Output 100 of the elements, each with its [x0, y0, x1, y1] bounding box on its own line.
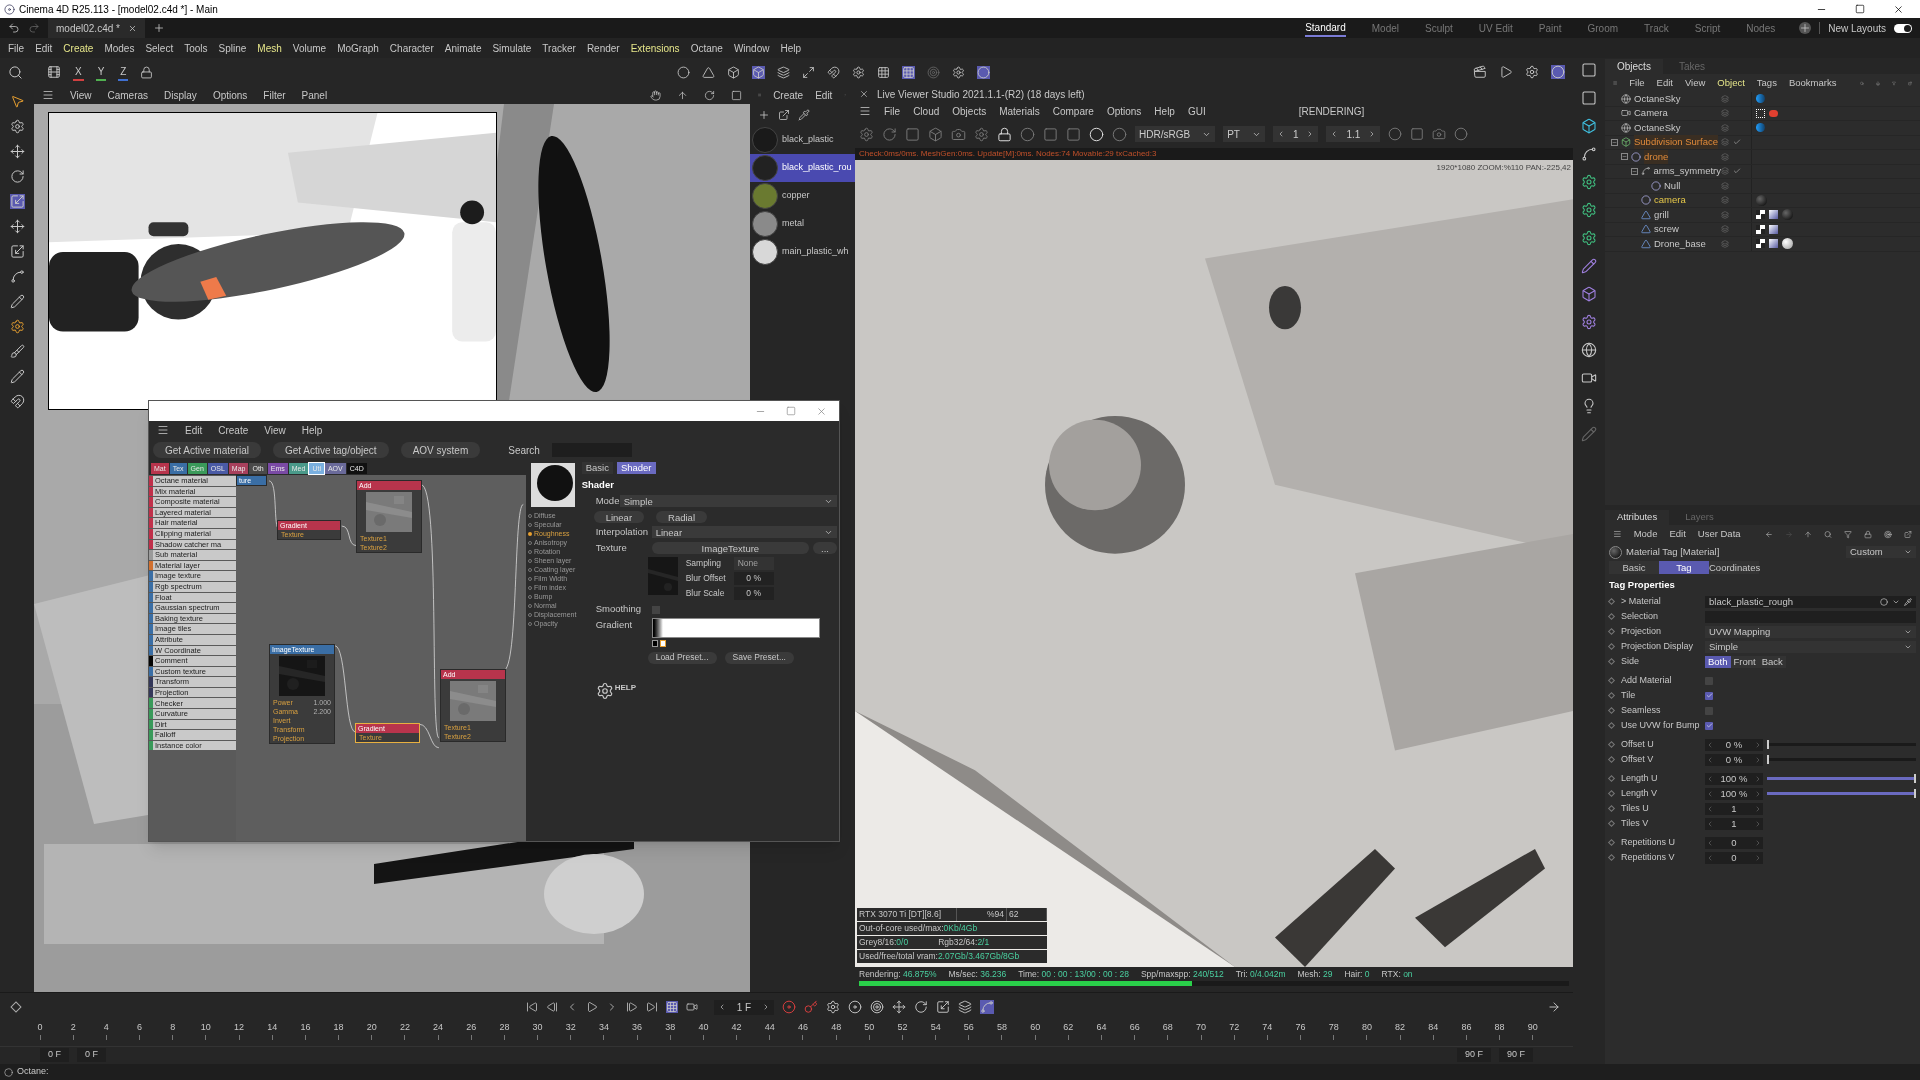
tree-row[interactable]: OctaneSky — [1605, 121, 1920, 136]
field-label: Repetitions U — [1621, 836, 1677, 849]
menu-item[interactable]: Window — [733, 40, 770, 56]
material-item[interactable]: copper — [750, 182, 855, 210]
layout-tab[interactable]: Nodes — [1746, 19, 1776, 37]
number-field[interactable]: 1 — [1272, 126, 1319, 142]
kernel-dropdown[interactable]: PT — [1223, 126, 1265, 142]
object-name: Camera — [1634, 106, 1668, 121]
menu-item[interactable]: Create — [63, 40, 94, 56]
dropdown[interactable]: UVW Mapping — [1705, 625, 1916, 638]
menu-item[interactable]: Objects — [952, 103, 987, 119]
dropdown[interactable]: Simple — [1705, 640, 1916, 653]
menu-item[interactable]: Options — [1106, 103, 1142, 119]
menu-item[interactable]: Tools — [184, 40, 208, 56]
menu-item[interactable]: Cloud — [913, 103, 940, 119]
menu-item[interactable]: Edit — [35, 40, 53, 56]
menu-item[interactable]: File — [1629, 75, 1645, 91]
material-item[interactable]: black_plastic — [750, 126, 855, 154]
menu-item[interactable]: Tracker — [542, 40, 576, 56]
segment-button[interactable]: Front — [1730, 655, 1759, 668]
tree-row[interactable]: drone — [1605, 150, 1920, 165]
menu-item[interactable]: Modes — [104, 40, 135, 56]
panel-tab[interactable]: Objects — [1605, 59, 1663, 74]
menu-item[interactable]: Help — [1154, 103, 1175, 119]
layout-tab[interactable]: Track — [1644, 19, 1669, 37]
number-field[interactable]: 1.1 — [1326, 126, 1381, 142]
tree-row[interactable]: Drone_base — [1605, 237, 1920, 252]
frame-field[interactable]: 1 F — [714, 999, 774, 1015]
menu-item[interactable]: Spline — [218, 40, 247, 56]
ruler-label: 32 — [565, 1021, 576, 1034]
field-label: Offset U — [1621, 738, 1655, 751]
axis-toggle[interactable]: Z — [118, 63, 129, 81]
ruler-label: 48 — [831, 1021, 842, 1034]
frame-field[interactable]: 0 F — [40, 1048, 69, 1062]
menu-item[interactable]: Bookmarks — [1788, 75, 1837, 91]
layout-tab[interactable]: Sculpt — [1425, 19, 1453, 37]
document-tab[interactable]: model02.c4d * — [48, 18, 145, 38]
more-button[interactable]: ... — [813, 542, 837, 555]
menu-item[interactable]: Object — [1717, 75, 1745, 91]
layout-tab[interactable]: Groom — [1587, 19, 1619, 37]
axis-toggle[interactable]: Y — [95, 63, 107, 81]
menu-item[interactable]: Display — [164, 87, 197, 103]
menu-item[interactable]: Compare — [1052, 103, 1094, 119]
menu-item[interactable]: Animate — [444, 40, 482, 56]
menu-item[interactable]: GUI — [1187, 103, 1206, 119]
stats-cell: 62 — [1007, 908, 1047, 921]
menu-item[interactable]: Tags — [1756, 75, 1777, 91]
menu-item[interactable]: Volume — [292, 40, 327, 56]
render-stat: Spp/maxspp: 240/512 — [1140, 967, 1224, 981]
menu-item[interactable]: Materials — [999, 103, 1040, 119]
frame-field[interactable]: 0 F — [77, 1048, 107, 1062]
menu-item[interactable]: Filter — [263, 87, 286, 103]
menu-item[interactable]: Octane — [690, 40, 723, 56]
tree-row[interactable]: grill — [1605, 208, 1920, 223]
tree-row[interactable]: Null — [1605, 179, 1920, 194]
menu-item[interactable]: Help — [780, 40, 802, 56]
object-name: camera — [1654, 193, 1686, 208]
menu-item[interactable]: Edit — [1656, 75, 1673, 91]
timeline-ruler[interactable]: 0 2 4 6 8 10 12 14 16 18 20 22 24 26 28 30 32 34 36 38 40 42 44 46 48 50 52 54 56 58 60 62 64 66 68 70 72 74 76 78 80 82 84 86 88 90 — [0, 1021, 1573, 1047]
menu-item[interactable]: Panel — [301, 87, 328, 103]
menu-item[interactable]: Edit — [815, 87, 833, 103]
menu-item[interactable]: Edit — [1669, 526, 1686, 542]
frame-field[interactable]: 90 F — [1499, 1048, 1533, 1062]
object-name: grill — [1654, 207, 1669, 222]
menu-item[interactable]: User Data — [1697, 526, 1741, 542]
menu-item[interactable]: Select — [145, 40, 174, 56]
menu-item[interactable]: View — [1684, 75, 1706, 91]
menu-item[interactable]: Cameras — [107, 87, 149, 103]
tab[interactable]: Tag — [1659, 561, 1709, 574]
layout-tab[interactable]: Paint — [1538, 19, 1562, 37]
menu-item[interactable]: Mode — [1633, 526, 1658, 542]
tree-row[interactable]: OctaneSky — [1605, 92, 1920, 107]
color-space-dropdown[interactable]: HDR/sRGB — [1135, 126, 1216, 142]
menu-item[interactable]: Create — [773, 87, 804, 103]
material-item[interactable]: metal — [750, 210, 855, 238]
panel-tab[interactable]: Attributes — [1605, 510, 1670, 525]
layout-tab[interactable]: Model — [1371, 19, 1399, 37]
material-link-field[interactable]: black_plastic_rough — [1705, 595, 1916, 608]
menu-item[interactable]: Simulate — [492, 40, 532, 56]
menu-item[interactable]: File — [884, 103, 901, 119]
tab[interactable]: Coordinates — [1709, 561, 1759, 574]
menu-item[interactable]: Mesh — [257, 40, 282, 56]
menu-item[interactable]: Options — [212, 87, 248, 103]
tree-row[interactable]: Subdivision Surface — [1605, 135, 1920, 150]
preset-dropdown[interactable]: Custom — [1846, 546, 1916, 558]
menu-item[interactable]: Extensions — [630, 40, 680, 56]
layout-tab[interactable]: UV Edit — [1478, 19, 1513, 37]
segment-button[interactable]: Back — [1758, 655, 1786, 668]
menu-item[interactable]: File — [8, 40, 25, 56]
menu-item[interactable]: Character — [389, 40, 434, 56]
menu-item[interactable]: View — [70, 87, 92, 103]
frame-field[interactable]: 90 F — [1456, 1048, 1491, 1062]
menu-item[interactable]: MoGraph — [337, 40, 379, 56]
menu-item[interactable]: Render — [586, 40, 620, 56]
layout-tab[interactable]: Script — [1694, 19, 1721, 37]
material-item[interactable]: main_plastic_wh — [750, 238, 855, 266]
segment-button[interactable]: Both — [1705, 655, 1731, 668]
material-item[interactable]: black_plastic_rou — [750, 154, 855, 182]
tab[interactable]: Basic — [1609, 561, 1659, 574]
axis-toggle[interactable]: X — [73, 63, 84, 81]
